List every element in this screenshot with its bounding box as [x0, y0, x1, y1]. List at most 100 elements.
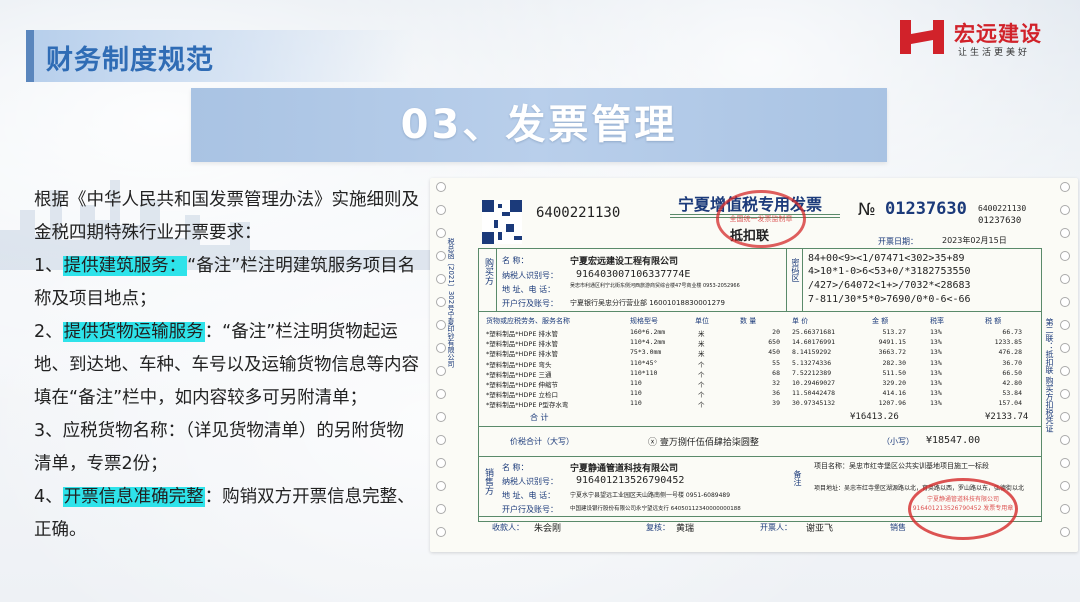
invoice-item-cell: 157.04 — [998, 399, 1022, 408]
invoice-item-cell: 414.16 — [882, 389, 906, 398]
invoice-item-cell: 55 — [772, 358, 780, 367]
cipher-line-3: /427>/64072<1+>/7032*<28683 — [808, 280, 971, 291]
rule-item-2: 2、提供货物运输服务：“备注”栏注明货物起运地、到达地、车种、车号以及运输货物信… — [34, 322, 419, 408]
invoice-item-cell: 13% — [930, 389, 942, 398]
company-logo: 宏远建设 让生活更美好 — [900, 18, 1060, 60]
invoice-item-cell: 13% — [930, 348, 942, 357]
invoice-number-right: 01237630 — [978, 216, 1022, 226]
invoice-item-cell: 个 — [698, 360, 705, 369]
invoice-item-cell: 110*110 — [630, 368, 658, 377]
invoice-item-cell: 13% — [930, 368, 942, 377]
invoice-item-cell: 米 — [698, 330, 705, 338]
invoice-item-cell: 个 — [698, 391, 705, 400]
cipher-label: 密码区 — [791, 258, 800, 282]
invoice-code-right: 6400221130 — [978, 204, 1027, 213]
invoice-item-cell: 个 — [698, 381, 705, 389]
section-title: 03、发票管理 — [400, 102, 678, 148]
total-tax: ¥2133.74 — [985, 412, 1029, 422]
left-perforation — [436, 182, 446, 548]
col-qty: 数 量 — [740, 317, 757, 325]
cipher-line-4: 7-811/30*5*0>7690/0*0-6<-66 — [808, 294, 971, 305]
invoice-item-cell: 1207.96 — [878, 399, 906, 408]
invoice-item-cell: 36 — [772, 389, 780, 398]
seller-label: 销售方 — [483, 468, 493, 495]
rule-item-3: 3、应税货物名称：（详见货物清单）的另附货物清单，专票2份； — [34, 421, 404, 474]
invoice-item-cell: 9491.15 — [878, 338, 906, 347]
invoice-item-cell: 110*45° — [630, 358, 658, 367]
invoice-item-cell: 13% — [930, 399, 942, 408]
invoice-item-cell: 160*6.2mm — [630, 328, 666, 336]
invoice-item-cell: 282.30 — [882, 358, 906, 367]
rule-1-highlight: 提供建筑服务： — [62, 256, 188, 276]
intro-paragraph: 根据《中华人民共和国发票管理办法》实施细则及金税四期特殊行业开票要求： — [34, 190, 419, 243]
logo-slogan: 让生活更美好 — [958, 48, 1031, 58]
invoice-item-cell: *塑料制品*HDPE 伸缩节 — [486, 381, 558, 389]
invoice-item-cell: 329.20 — [882, 379, 906, 387]
invoice-item-cell: 25.66371681 — [792, 328, 836, 336]
col-amount: 金 额 — [872, 317, 889, 325]
invoice-item-cell: 13% — [930, 328, 942, 336]
payee: 朱会刚 — [534, 524, 562, 534]
invoice-item-cell: 14.60176991 — [792, 338, 836, 347]
supervision-stamp: 全国统一发票监制章 — [716, 190, 806, 248]
invoice-item-cell: 30.97345132 — [792, 399, 836, 408]
invoice-item-cell: 13% — [930, 358, 942, 367]
date-label: 开票日期： — [878, 237, 918, 246]
invoice-item-cell: 米 — [698, 350, 705, 359]
invoice-item-cell: 13% — [930, 338, 942, 347]
logo-h-icon — [900, 20, 944, 54]
invoice-item-cell: 20 — [772, 328, 780, 336]
vat-invoice-image: 6400221130 宁夏增值税专用发票 抵扣联 全国统一发票监制章 № 012… — [430, 178, 1078, 552]
invoice-item-cell: 36.70 — [1002, 358, 1022, 367]
invoice-item-cell: 650 — [768, 338, 780, 347]
invoice-item-cell: 39 — [772, 399, 780, 408]
page-title: 财务制度规范 — [46, 45, 214, 76]
buyer-address: 吴忠市利通区利宁北街东侧河西旅游商贸综合楼47号商业楼 0953-2052966 — [570, 283, 740, 289]
checker: 黄瑞 — [676, 524, 695, 534]
invoice-item-cell: 42.80 — [1002, 379, 1022, 387]
invoice-item-cell: 110 — [630, 389, 642, 398]
col-price: 单 价 — [792, 317, 809, 325]
rule-item-4: 4、开票信息准确完整：购销双方开票信息完整、正确。 — [34, 487, 415, 540]
invoice-item-cell: 个 — [698, 401, 705, 410]
invoice-item-cell: 13% — [930, 379, 942, 387]
invoice-item-cell: 110*4.2mm — [630, 338, 666, 347]
section-banner: 03、发票管理 — [191, 88, 887, 162]
cipher-line-1: 84+00<9><1/07471<302>35+89 — [808, 253, 965, 264]
drawer: 谢亚飞 — [806, 524, 834, 534]
invoice-item-cell: 66.50 — [1002, 368, 1022, 377]
invoice-item-cell: *塑料制品*HDPE 排水管 — [486, 330, 558, 338]
invoice-item-cell: *塑料制品*HDPE P型存水弯 — [486, 401, 569, 410]
seller-invoice-stamp: 宁夏静通管道科技有限公司 916401213526790452 发票专用章 — [908, 478, 1018, 540]
grand-total-words: ⓧ 壹万捌仟伍佰肆拾柒圆整 — [648, 438, 759, 448]
invoice-item-cell: 476.28 — [998, 348, 1022, 357]
qr-code — [482, 200, 522, 244]
invoice-item-cell: *塑料制品*HDPE 立检口 — [486, 391, 558, 400]
invoice-item-cell: 5.13274336 — [792, 358, 832, 367]
col-spec: 规格型号 — [630, 317, 658, 325]
col-rate: 税率 — [930, 317, 944, 325]
rule-2-highlight: 提供货物运输服务 — [62, 322, 205, 342]
invoice-item-cell: 75*3.0mm — [630, 348, 662, 357]
invoice-item-cell: *塑料制品*HDPE 三通 — [486, 370, 552, 379]
invoice-item-cell: 513.27 — [882, 328, 906, 336]
invoice-item-cell: 110 — [630, 399, 642, 408]
rule-4-highlight: 开票信息准确完整 — [62, 487, 205, 507]
invoice-number: 01237630 — [885, 199, 967, 219]
invoice-date: 2023年02月15日 — [942, 236, 1007, 245]
side-note-right: 第二联：抵扣联 购买方扣税凭证 — [1045, 318, 1054, 433]
total-label: 合 计 — [530, 413, 549, 422]
seller-name: 宁夏静通管道科技有限公司 — [570, 464, 679, 474]
invoice-item-cell: 7.52212389 — [792, 368, 832, 377]
grand-total-small: ¥18547.00 — [926, 435, 981, 446]
col-name: 货物或应税劳务、服务名称 — [486, 317, 570, 325]
rule-item-1: 1、提供建筑服务：“备注”栏注明建筑服务项目名称及项目地点； — [34, 256, 416, 309]
buyer-label: 购买方 — [483, 258, 493, 285]
invoice-item-cell: 66.73 — [1002, 328, 1022, 336]
invoice-item-cell: *塑料制品*HDPE 排水管 — [486, 350, 558, 359]
title-accent-bar — [26, 30, 34, 82]
seller-tax-id: 916401213526790452 — [576, 475, 685, 486]
buyer-bank: 宁夏银行吴忠分行营业部 16001018830001279 — [570, 299, 725, 307]
buyer-name: 宁夏宏远建设工程有限公司 — [570, 257, 679, 267]
total-amount: ¥16413.26 — [850, 412, 899, 422]
